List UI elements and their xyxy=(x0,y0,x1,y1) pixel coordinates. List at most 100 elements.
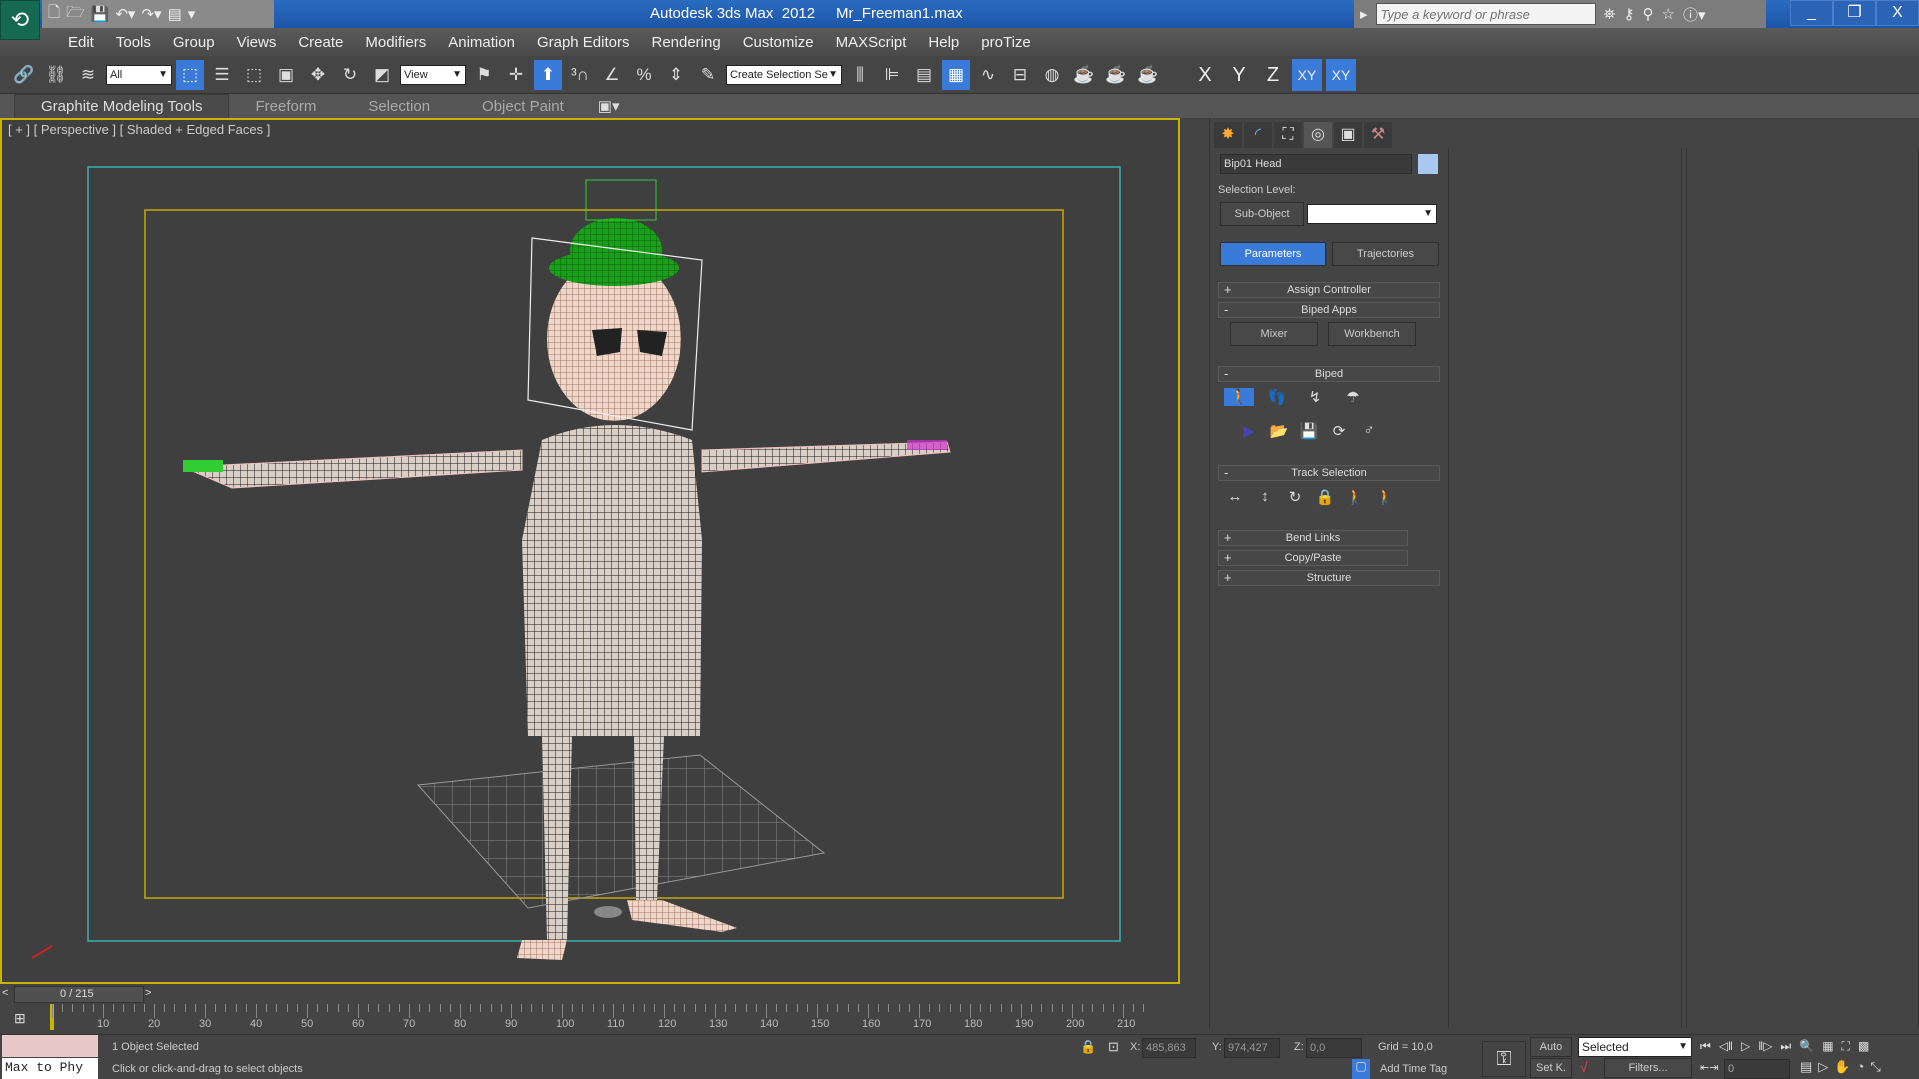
mixer-mode-icon[interactable]: ☂ xyxy=(1338,388,1368,406)
key-mode-icon[interactable]: ⇤⇥ xyxy=(1700,1061,1718,1074)
time-config-icon[interactable]: ▤ xyxy=(1800,1059,1812,1075)
mixer-button[interactable]: Mixer xyxy=(1230,322,1318,346)
close-button[interactable]: X xyxy=(1876,0,1919,26)
rollout-copy-paste[interactable]: + Copy/Paste xyxy=(1218,550,1408,566)
modify-tab-icon[interactable]: ◜ xyxy=(1244,122,1272,148)
auto-key-button[interactable]: Auto xyxy=(1530,1037,1572,1057)
hierarchy-tab-icon[interactable]: ⛶ xyxy=(1274,122,1302,148)
mirror-icon[interactable]: ⫼ xyxy=(846,60,874,90)
redo-icon[interactable]: ↷▾ xyxy=(141,5,161,23)
menu-animation[interactable]: Animation xyxy=(437,34,526,51)
rect-selection-icon[interactable]: ⬚ xyxy=(240,60,268,90)
time-slider[interactable]: < 0 / 215 > xyxy=(0,985,1180,1004)
rendered-frame-icon[interactable]: ☕ xyxy=(1102,60,1130,90)
object-name-field[interactable]: Bip01 Head xyxy=(1220,154,1412,174)
perspective-viewport[interactable]: [ + ] [ Perspective ] [ Shaded + Edged F… xyxy=(0,118,1180,984)
axis-z-button[interactable]: Z xyxy=(1258,59,1288,91)
fov-icon[interactable]: ▷ xyxy=(1818,1059,1828,1075)
tab-freeform[interactable]: Freeform xyxy=(229,95,342,118)
maximize-viewport-icon[interactable]: ⤡ xyxy=(1870,1059,1880,1075)
absolute-mode-icon[interactable]: ⊡ xyxy=(1108,1039,1119,1055)
track-bar[interactable]: ⊞ 10 20 30 40 50 60 70 80 90 100 110 120 130 140 150 16… xyxy=(0,1004,1180,1034)
help-icon[interactable]: ⓘ▾ xyxy=(1683,4,1706,25)
select-by-name-icon[interactable]: ☰ xyxy=(208,60,236,90)
key-filter-dropdown[interactable]: Selected xyxy=(1578,1037,1692,1057)
rollout-structure[interactable]: + Structure xyxy=(1218,570,1440,586)
axis-x-button[interactable]: X xyxy=(1190,59,1220,91)
utilities-tab-icon[interactable]: ⚒ xyxy=(1364,122,1392,148)
rollout-assign-controller[interactable]: + Assign Controller xyxy=(1218,282,1440,298)
pan-icon[interactable]: ✋ xyxy=(1834,1059,1850,1075)
select-manipulate-icon[interactable]: ⚑ xyxy=(470,60,498,90)
current-frame-field[interactable]: 0 xyxy=(1724,1059,1790,1079)
next-frame-icon[interactable]: ‖▷ xyxy=(1758,1039,1772,1054)
render-setup-icon[interactable]: ☕ xyxy=(1070,60,1098,90)
save-file-icon[interactable]: 💾 xyxy=(1294,422,1324,440)
time-next-icon[interactable]: > xyxy=(145,987,151,999)
zoom-extents-all-icon[interactable]: ▩ xyxy=(1858,1039,1869,1054)
binoculars-icon[interactable]: ⛯ xyxy=(1604,6,1616,23)
reference-coord-dropdown[interactable]: View xyxy=(400,64,466,85)
schematic-view-icon[interactable]: ⊟ xyxy=(1006,60,1034,90)
load-file-icon[interactable]: 📂 xyxy=(1264,422,1294,440)
key-filters-button[interactable]: Filters... xyxy=(1604,1058,1692,1078)
time-tag-icon[interactable]: ▢ xyxy=(1352,1059,1370,1079)
menu-create[interactable]: Create xyxy=(287,34,354,51)
restore-button[interactable]: ❐ xyxy=(1833,0,1876,26)
menu-edit[interactable]: Edit xyxy=(57,34,105,51)
convert-icon[interactable]: ⟳ xyxy=(1324,422,1354,440)
key-icon[interactable]: ⚷ xyxy=(1624,5,1635,23)
lock-selection-icon[interactable]: 🔒 xyxy=(1080,1039,1096,1055)
select-object-icon[interactable]: ⬚ xyxy=(176,59,204,90)
sub-object-dropdown[interactable] xyxy=(1307,204,1437,224)
menu-maxscript[interactable]: MAXScript xyxy=(825,34,918,51)
zoom-all-icon[interactable]: ▦ xyxy=(1822,1039,1833,1054)
tab-object-paint[interactable]: Object Paint xyxy=(456,95,590,118)
previous-frame-icon[interactable]: ◁‖ xyxy=(1719,1039,1733,1054)
move-icon[interactable]: ✥ xyxy=(304,60,332,90)
layer-manager-icon[interactable]: ▤ xyxy=(910,60,938,90)
menu-tools[interactable]: Tools xyxy=(105,34,162,51)
time-slider-thumb[interactable]: 0 / 215 xyxy=(14,986,144,1003)
link-icon[interactable]: 🔗 xyxy=(10,60,38,90)
edit-named-selection-icon[interactable]: ✎ xyxy=(694,60,722,90)
menu-protize[interactable]: proTize xyxy=(970,34,1041,51)
mini-curve-editor-icon[interactable]: ⊞ xyxy=(14,1010,26,1027)
footstep-mode-icon[interactable]: 👣 xyxy=(1262,388,1292,406)
y-coordinate-field[interactable]: 974,427 xyxy=(1224,1038,1280,1058)
snap-toggle-icon[interactable]: ³∩ xyxy=(566,60,594,90)
opposite-icon[interactable]: 🚶 xyxy=(1370,488,1400,506)
axis-xy-snap-button[interactable]: XY xyxy=(1326,58,1356,91)
rollout-bend-links[interactable]: + Bend Links xyxy=(1218,530,1408,546)
playback-icon[interactable]: ▶ xyxy=(1234,422,1264,440)
time-prev-icon[interactable]: < xyxy=(2,987,8,999)
window-crossing-icon[interactable]: ▣ xyxy=(272,60,300,90)
go-to-start-icon[interactable]: ⏮ xyxy=(1700,1039,1711,1054)
spinner-snap-icon[interactable]: ⇕ xyxy=(662,60,690,90)
axis-xy-button[interactable]: XY xyxy=(1292,58,1322,91)
menu-rendering[interactable]: Rendering xyxy=(640,34,731,51)
axis-y-button[interactable]: Y xyxy=(1224,59,1254,91)
render-production-icon[interactable]: ☕ xyxy=(1134,60,1162,90)
menu-customize[interactable]: Customize xyxy=(732,34,825,51)
undo-icon[interactable]: ↶▾ xyxy=(115,5,135,23)
selection-filter-dropdown[interactable]: All xyxy=(106,64,172,85)
named-selection-dropdown[interactable]: Create Selection Se xyxy=(726,64,842,85)
manipulate-icon[interactable]: ⬆ xyxy=(534,59,562,90)
display-tab-icon[interactable]: ▣ xyxy=(1334,122,1362,148)
add-time-tag[interactable]: Add Time Tag xyxy=(1380,1063,1447,1075)
maxscript-listener-top[interactable] xyxy=(2,1035,98,1057)
open-file-icon[interactable]: 🗁 xyxy=(66,2,85,27)
body-rotation-icon[interactable]: ↻ xyxy=(1280,488,1310,506)
curve-editor-icon[interactable]: ∿ xyxy=(974,60,1002,90)
symmetrical-icon[interactable]: 🚶 xyxy=(1340,488,1370,506)
pivot-center-icon[interactable]: ✛ xyxy=(502,60,530,90)
save-icon[interactable]: 💾 xyxy=(91,5,110,23)
workbench-button[interactable]: Workbench xyxy=(1328,322,1416,346)
align-icon[interactable]: ⊫ xyxy=(878,60,906,90)
project-folder-icon[interactable]: ▤ xyxy=(168,5,182,23)
rollout-track-selection[interactable]: - Track Selection xyxy=(1218,465,1440,481)
body-vertical-icon[interactable]: ↕ xyxy=(1250,488,1280,506)
sub-object-button[interactable]: Sub-Object xyxy=(1220,202,1304,226)
set-key-button[interactable]: Set K. xyxy=(1530,1058,1572,1078)
